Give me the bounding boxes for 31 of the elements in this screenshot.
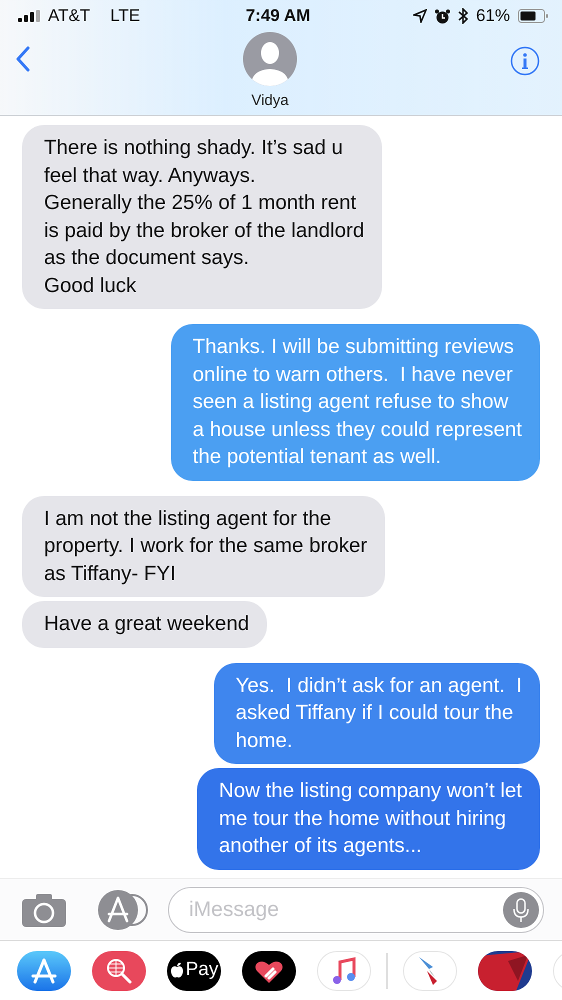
network-text: LTE (110, 5, 140, 28)
airline-logo-icon[interactable] (403, 950, 457, 990)
battery-icon (518, 9, 548, 23)
location-arrow-icon (412, 9, 427, 23)
bluetooth-icon (458, 8, 468, 24)
apple-pay-button[interactable]: Pay (167, 950, 221, 990)
carrier-text: AT&T (48, 5, 90, 28)
incoming-message-bubble: Have a great weekend (22, 601, 268, 648)
signal-icon (18, 10, 40, 22)
outgoing-message-bubble: Yes. I didn’t ask for an agent. I asked Tiffany if I could tour the home. (214, 662, 540, 764)
pay-label: Pay (186, 958, 218, 982)
info-icon[interactable] (510, 46, 540, 76)
apple-icon (170, 962, 184, 979)
app-store-icon[interactable] (17, 950, 71, 990)
incoming-message-bubble: There is nothing shady. It’s sad u feel that way. Anyways. Generally the 25% of 1 month rent is paid by the broker of the landlord as the document says. Good luck (22, 125, 382, 309)
outgoing-message-bubble: Now the listing company won’t let me tour the home without hiring another of its agents... (196, 768, 540, 870)
contact-name: Vidya (251, 91, 289, 111)
globe-search-icon[interactable] (92, 950, 146, 990)
music-note-icon[interactable] (317, 950, 371, 990)
camera-icon[interactable] (22, 892, 66, 926)
back-chevron-icon[interactable] (16, 46, 30, 72)
message-field[interactable]: iMessage (168, 886, 544, 932)
battery-percent-text: 61% (476, 5, 510, 28)
outgoing-message-bubble: Thanks. I will be submitting reviews online to warn others. I have never seen a listing agent refuse to show a house unless they could represent the potential tenant as well. (170, 324, 540, 480)
clock-text: 7:49 AM (244, 5, 312, 28)
incoming-message-bubble: I am not the listing agent for the property. I work for the same broker as Tiffany- FYI (22, 496, 386, 597)
alarm-clock-icon (434, 8, 450, 24)
microphone-icon[interactable] (503, 892, 539, 928)
avatar-icon (243, 32, 297, 86)
app-store-icon[interactable] (98, 890, 148, 930)
heart-icon[interactable] (242, 950, 296, 990)
